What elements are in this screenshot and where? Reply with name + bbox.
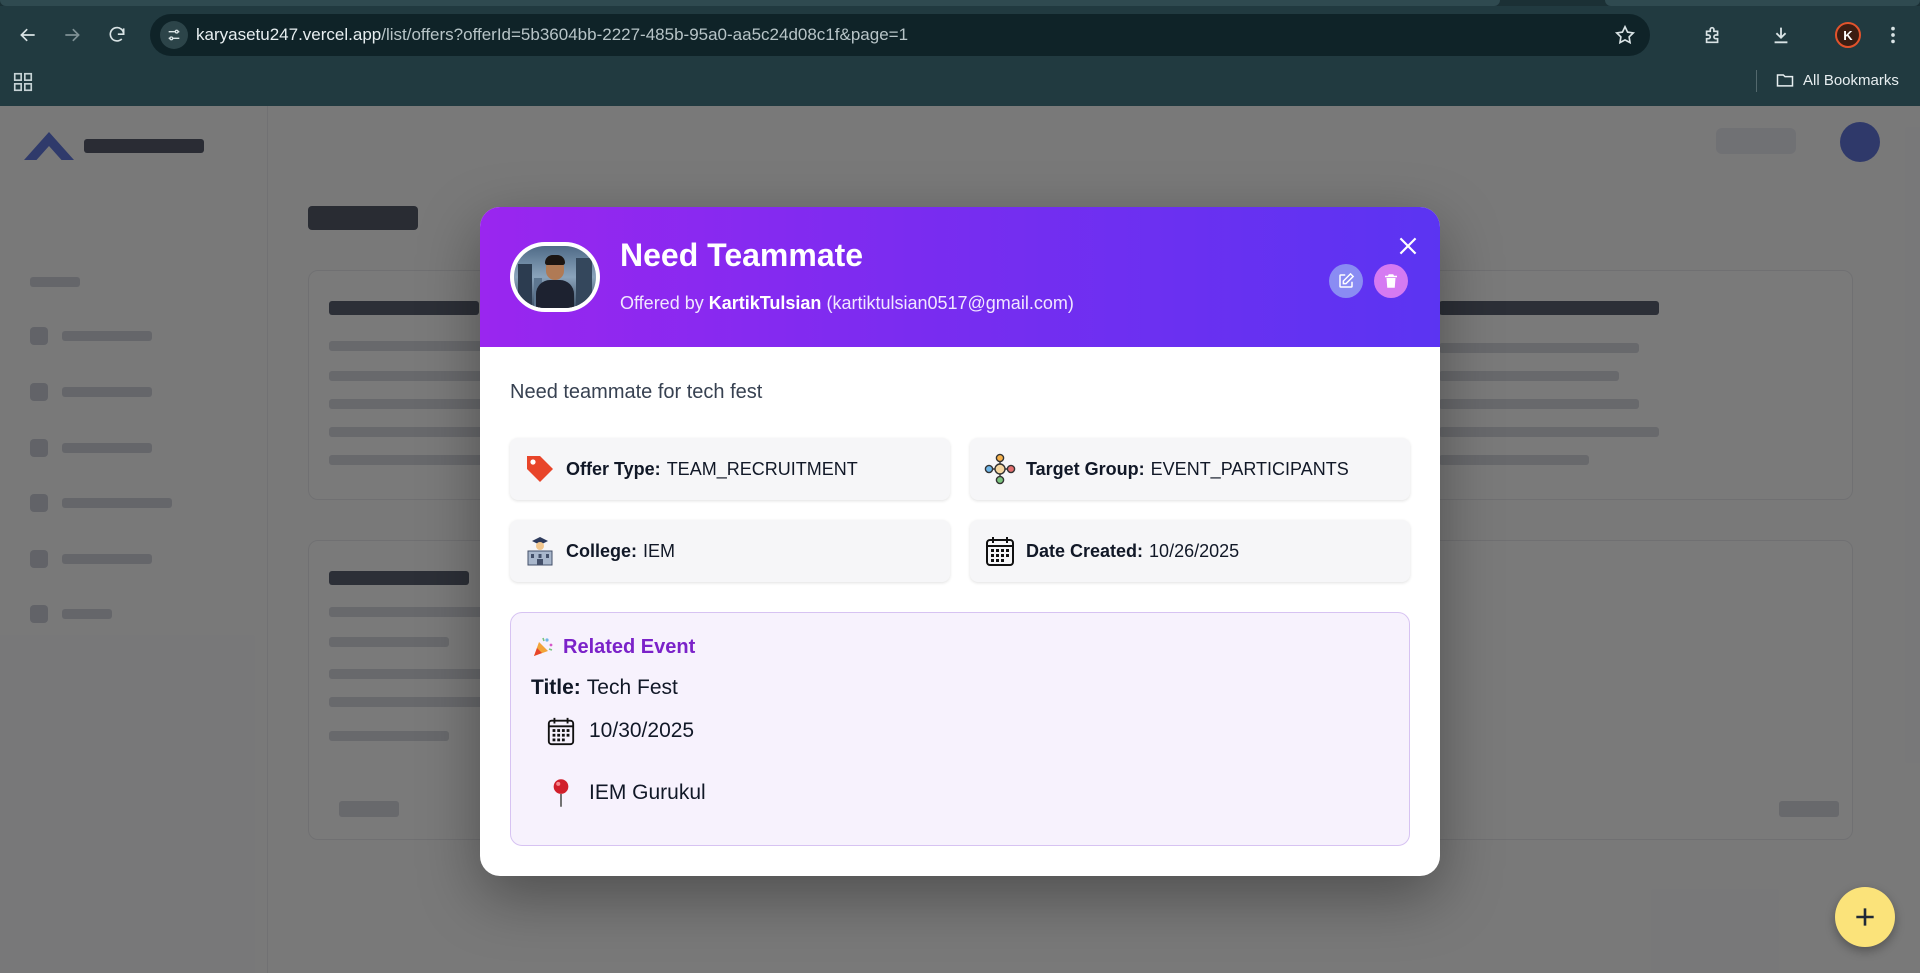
folder-icon	[1776, 74, 1794, 87]
offer-description: Need teammate for tech fest	[510, 381, 763, 403]
offer-title: Need Teammate	[620, 237, 864, 273]
date-created-card: Date Created: 10/26/2025	[970, 520, 1410, 582]
party-popper-icon	[534, 637, 553, 656]
reload-icon	[109, 26, 125, 42]
arrow-right-icon	[65, 28, 80, 42]
offer-detail-modal: Need Teammate Offered by KartikTulsian (…	[480, 207, 1440, 876]
tag-icon	[524, 453, 556, 485]
event-location: IEM Gurukul	[545, 775, 706, 811]
offer-type-value: TEAM_RECRUITMENT	[666, 458, 858, 479]
related-event-heading: Related Event	[531, 635, 695, 659]
trash-icon	[1385, 274, 1397, 288]
target-group-value: EVENT_PARTICIPANTS	[1150, 458, 1349, 479]
delete-offer-button[interactable]	[1374, 264, 1408, 298]
related-event-section: Related Event Title: Tech Fest 10/30/2025	[510, 612, 1410, 846]
bookmark-star-icon[interactable]	[1614, 24, 1636, 46]
apps-grid-icon[interactable]	[12, 71, 34, 93]
more-menu-icon[interactable]	[1880, 22, 1906, 48]
back-button[interactable]	[13, 20, 43, 50]
address-bar[interactable]: karyasetu247.vercel.app/list/offers?offe…	[150, 14, 1650, 56]
tab-strip	[0, 0, 1920, 6]
bookmarks-divider	[1756, 70, 1757, 92]
close-icon	[1399, 237, 1417, 255]
profile-avatar[interactable]: K	[1835, 22, 1861, 48]
all-bookmarks-label: All Bookmarks	[1803, 71, 1899, 89]
extensions-icon[interactable]	[1700, 22, 1726, 48]
calendar-icon	[984, 535, 1016, 567]
event-location-value: IEM Gurukul	[589, 781, 706, 804]
offer-type-card: Offer Type: TEAM_RECRUITMENT	[510, 438, 950, 500]
reload-button[interactable]	[102, 20, 132, 50]
edit-icon	[1339, 272, 1355, 288]
edit-offer-button[interactable]	[1329, 264, 1363, 298]
url-text: karyasetu247.vercel.app/list/offers?offe…	[196, 25, 909, 44]
date-created-value: 10/26/2025	[1149, 540, 1240, 561]
add-offer-button[interactable]	[1835, 887, 1895, 947]
modal-header: Need Teammate Offered by KartikTulsian (…	[480, 207, 1440, 347]
college-card: College: IEM	[510, 520, 950, 582]
offerer-email: (kartiktulsian0517@gmail.com)	[826, 293, 1074, 313]
college-icon	[524, 535, 556, 567]
close-button[interactable]	[1395, 233, 1421, 259]
calendar-icon	[545, 713, 577, 749]
offerer-name: KartikTulsian	[708, 293, 822, 313]
target-group-card: Target Group: EVENT_PARTICIPANTS	[970, 438, 1410, 500]
plus-icon	[1856, 908, 1874, 926]
download-icon[interactable]	[1768, 22, 1794, 48]
event-date: 10/30/2025	[545, 713, 694, 749]
site-info-icon[interactable]	[160, 21, 188, 49]
event-title-value: Tech Fest	[586, 676, 678, 699]
arrow-left-icon	[20, 28, 35, 42]
offerer-avatar	[510, 242, 600, 312]
group-icon	[984, 453, 1016, 485]
college-value: IEM	[643, 540, 676, 561]
offered-by-line: Offered by KartikTulsian (kartiktulsian0…	[620, 293, 1074, 313]
browser-chrome: karyasetu247.vercel.app/list/offers?offe…	[0, 0, 1920, 106]
all-bookmarks-button[interactable]: All Bookmarks	[1775, 70, 1899, 90]
event-title: Title: Tech Fest	[531, 676, 678, 699]
forward-button[interactable]	[57, 20, 87, 50]
map-pin-icon	[545, 775, 577, 811]
event-date-value: 10/30/2025	[589, 719, 695, 742]
